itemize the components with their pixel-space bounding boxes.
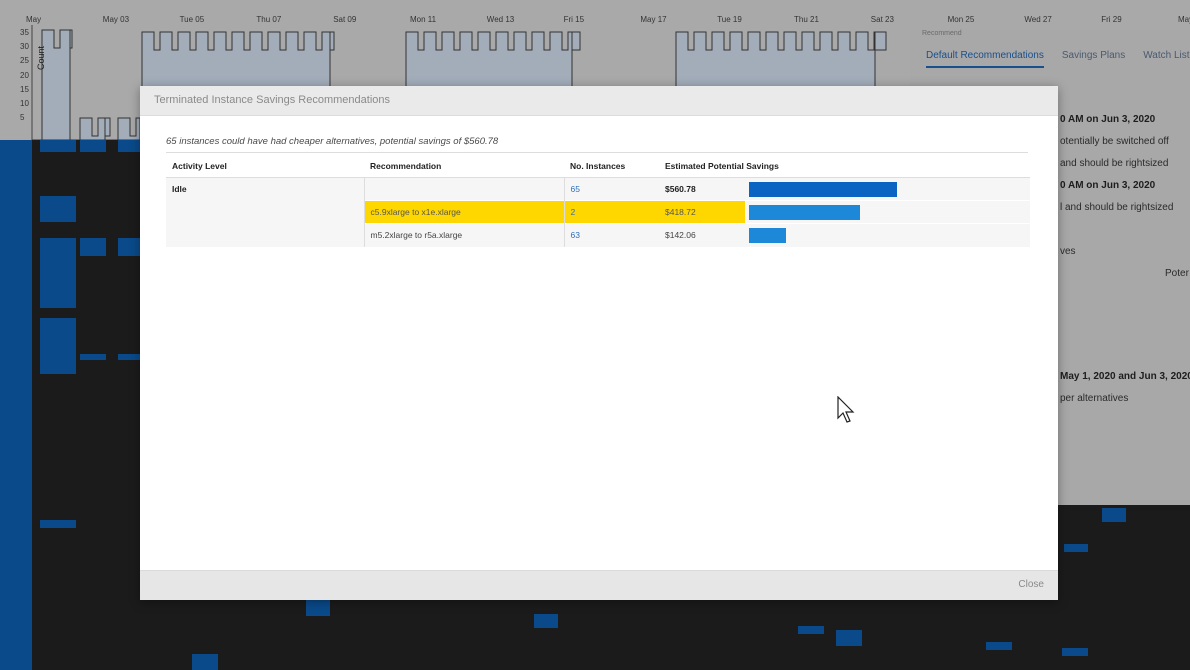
y-tick: 30 bbox=[20, 42, 29, 52]
right-panel-line: and should be rightsized bbox=[1060, 158, 1169, 169]
savings-bar-cell bbox=[745, 200, 1030, 224]
savings-bar bbox=[749, 181, 897, 197]
date-tick: Fri 15 bbox=[563, 15, 585, 24]
right-panel-line: 0 AM on Jun 3, 2020 bbox=[1060, 180, 1156, 191]
recommendation-cell: m5.2xlarge to r5a.xlarge bbox=[363, 223, 564, 247]
savings-bar bbox=[749, 204, 860, 220]
instances-link[interactable]: 65 bbox=[571, 184, 580, 194]
instances-link[interactable]: 63 bbox=[571, 230, 580, 240]
recommendation-cell: c5.9xlarge to x1e.xlarge bbox=[363, 200, 564, 224]
date-tick: Sat 23 bbox=[870, 15, 894, 24]
heat-cell bbox=[40, 196, 76, 222]
right-panel-caption: Recommend bbox=[922, 30, 962, 37]
savings-value: $418.72 bbox=[665, 207, 696, 217]
right-panel-line: May 1, 2020 and Jun 3, 2020 bbox=[1060, 371, 1190, 382]
date-tick: May 17 bbox=[640, 15, 667, 24]
heat-cell bbox=[40, 520, 76, 528]
date-tick: Fri 29 bbox=[1101, 15, 1122, 24]
table-row: Idle 65 $560.78 bbox=[166, 177, 1030, 247]
date-tick: Mon 11 bbox=[410, 15, 437, 24]
date-tick: Tue 05 bbox=[179, 15, 205, 24]
modal-body: 65 instances could have had cheaper alte… bbox=[166, 136, 1030, 247]
date-tick: Sat 09 bbox=[333, 15, 357, 24]
savings-value: $560.78 bbox=[665, 184, 696, 194]
date-tick: Mon 25 bbox=[947, 15, 975, 24]
table-header-row: Activity Level Recommendation No. Instan… bbox=[166, 155, 1030, 178]
right-panel-line: Poter bbox=[1165, 268, 1189, 279]
column-header-estimated-potential-savings[interactable]: Estimated Potential Savings bbox=[659, 155, 1030, 178]
right-panel-line: per alternatives bbox=[1060, 393, 1129, 404]
modal-title: Terminated Instance Savings Recommendati… bbox=[154, 94, 391, 106]
modal-summary: 65 instances could have had cheaper alte… bbox=[166, 136, 1028, 153]
heat-cell bbox=[80, 140, 106, 152]
heat-cell bbox=[118, 354, 140, 360]
savings-recommendations-modal: Terminated Instance Savings Recommendati… bbox=[140, 86, 1058, 600]
instances-cell: 63 bbox=[563, 223, 659, 247]
instances-link[interactable]: 2 bbox=[571, 207, 576, 217]
recommendations-table: Activity Level Recommendation No. Instan… bbox=[166, 155, 1030, 247]
heat-cell bbox=[1064, 544, 1088, 552]
date-tick: Thu 21 bbox=[794, 15, 819, 24]
heat-cell bbox=[986, 642, 1012, 650]
savings-bar-cell bbox=[745, 223, 1030, 247]
modal-footer: Close bbox=[140, 570, 1058, 600]
right-panel-line: l and should be rightsized bbox=[1060, 202, 1174, 213]
heat-cell bbox=[118, 238, 140, 256]
column-header-no-instances[interactable]: No. Instances bbox=[564, 155, 659, 178]
tab-savings-plans[interactable]: Savings Plans bbox=[1062, 50, 1125, 68]
instances-cell: 2 bbox=[563, 200, 659, 224]
heat-cell bbox=[80, 238, 106, 256]
recommendation-cell bbox=[363, 177, 564, 201]
date-tick: Wed 27 bbox=[1024, 15, 1052, 24]
y-tick: 5 bbox=[20, 113, 25, 123]
heat-cell bbox=[40, 258, 76, 308]
heat-cell bbox=[192, 654, 218, 670]
y-tick: 15 bbox=[20, 84, 29, 94]
y-axis-label: Count bbox=[36, 45, 46, 70]
right-panel-tabs: Default Recommendations Savings Plans Wa… bbox=[926, 50, 1190, 68]
savings-cell: $142.06 bbox=[659, 223, 745, 247]
savings-cell: $560.78 bbox=[659, 177, 745, 201]
y-tick: 25 bbox=[20, 56, 29, 66]
date-tick: May 03 bbox=[102, 15, 130, 24]
modal-header: Terminated Instance Savings Recommendati… bbox=[140, 86, 1058, 116]
column-header-activity-level[interactable]: Activity Level bbox=[166, 155, 364, 178]
heat-cell bbox=[1102, 508, 1126, 522]
mouse-pointer-icon bbox=[837, 396, 855, 423]
right-panel-line: 0 AM on Jun 3, 2020 bbox=[1060, 114, 1156, 125]
activity-level-cell: Idle bbox=[166, 177, 364, 247]
heat-cell bbox=[1062, 648, 1088, 656]
savings-bar-cell bbox=[745, 177, 1030, 201]
y-tick: 10 bbox=[20, 99, 29, 108]
y-tick: 35 bbox=[20, 28, 29, 37]
savings-cell: $418.72 bbox=[659, 200, 745, 224]
heat-cell bbox=[40, 352, 66, 374]
heat-cell bbox=[534, 614, 558, 628]
date-tick: Thu 07 bbox=[256, 15, 282, 24]
date-tick: Wed 13 bbox=[486, 15, 515, 24]
heat-cell bbox=[798, 626, 824, 634]
right-panel-line: otentially be switched off bbox=[1060, 136, 1169, 147]
heat-cell bbox=[306, 600, 330, 616]
y-tick: 20 bbox=[20, 70, 29, 80]
heat-cell bbox=[80, 354, 106, 360]
date-tick: May 31 bbox=[1178, 15, 1190, 24]
column-header-recommendation[interactable]: Recommendation bbox=[364, 155, 564, 178]
tab-watch-list[interactable]: Watch List bbox=[1143, 50, 1189, 68]
heat-cell bbox=[836, 630, 862, 646]
date-tick: May bbox=[26, 15, 42, 24]
date-tick: Tue 19 bbox=[717, 15, 742, 24]
heat-cell bbox=[40, 140, 76, 152]
heat-cell bbox=[118, 140, 140, 152]
instances-cell: 65 bbox=[563, 177, 659, 201]
right-panel-line: ves bbox=[1060, 246, 1076, 257]
savings-bar bbox=[749, 227, 787, 243]
close-button[interactable]: Close bbox=[1018, 579, 1044, 590]
heat-cell bbox=[0, 140, 32, 670]
savings-value: $142.06 bbox=[665, 230, 696, 241]
tab-default-recommendations[interactable]: Default Recommendations bbox=[926, 50, 1044, 68]
